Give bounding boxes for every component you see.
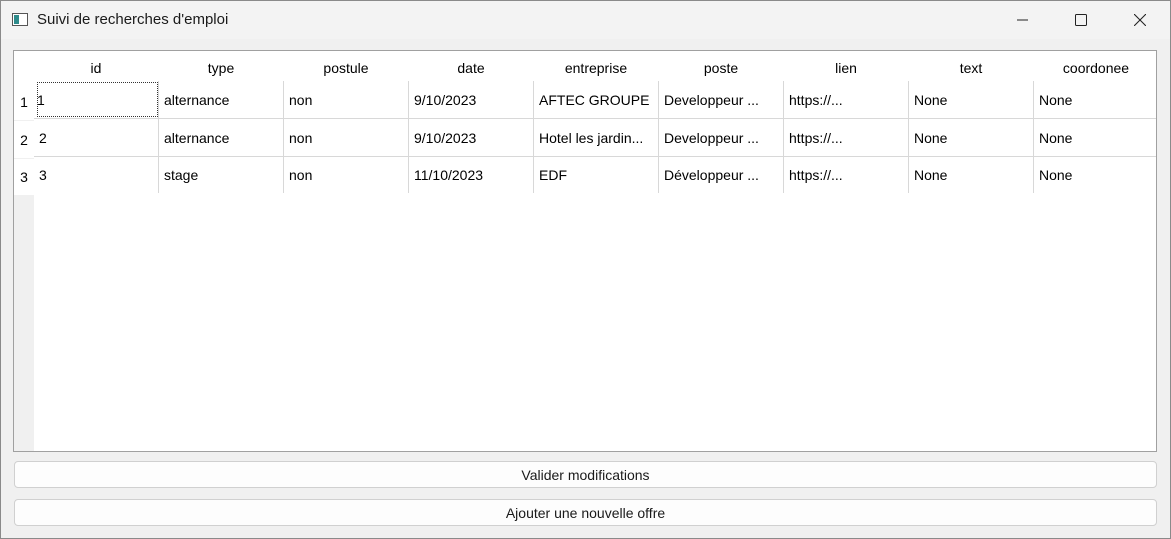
table-cell[interactable]: None <box>1034 157 1156 194</box>
table-cell[interactable]: None <box>1034 81 1156 119</box>
column-header-type[interactable]: type <box>159 51 284 84</box>
table-cell[interactable]: https://... <box>784 157 909 194</box>
minimize-icon <box>1017 19 1028 21</box>
row-header-1[interactable]: 1 <box>14 84 34 120</box>
table-cell[interactable]: 9/10/2023 <box>409 119 534 157</box>
table-cell[interactable]: Développeur ... <box>659 157 784 194</box>
main-window: Suivi de recherches d'emploi id type pos… <box>0 0 1171 539</box>
column-header-postule[interactable]: postule <box>284 51 409 84</box>
row-header-2[interactable]: 2 <box>14 121 34 158</box>
table-cell[interactable]: None <box>909 157 1034 194</box>
table-header: id type postule date entreprise poste li… <box>34 51 1156 84</box>
table-cell[interactable]: non <box>284 157 409 194</box>
focus-indicator <box>37 82 158 117</box>
offers-table[interactable]: id type postule date entreprise poste li… <box>13 50 1157 452</box>
table-cell[interactable]: 3 <box>34 157 159 194</box>
column-header-poste[interactable]: poste <box>659 51 784 84</box>
table-cell[interactable]: 2 <box>34 119 159 157</box>
table-cell[interactable]: None <box>1034 119 1156 157</box>
table-cell[interactable]: AFTEC GROUPE <box>534 81 659 119</box>
add-offer-button[interactable]: Ajouter une nouvelle offre <box>14 499 1157 526</box>
table-cell[interactable]: https://... <box>784 81 909 119</box>
table-cell[interactable]: 11/10/2023 <box>409 157 534 194</box>
table-cell[interactable]: non <box>284 119 409 157</box>
table-cell[interactable]: non <box>284 81 409 119</box>
table-cell[interactable]: alternance <box>159 81 284 119</box>
table-row: 1 alternance non 9/10/2023 AFTEC GROUPE … <box>34 81 1156 119</box>
column-header-text[interactable]: text <box>909 51 1034 84</box>
close-button[interactable] <box>1111 1 1169 39</box>
table-cell[interactable]: stage <box>159 157 284 194</box>
table-empty-area <box>34 193 1156 451</box>
column-header-coordonee[interactable]: coordonee <box>1034 51 1156 84</box>
column-header-id[interactable]: id <box>34 51 159 84</box>
column-header-entreprise[interactable]: entreprise <box>534 51 659 84</box>
table-row: 2 alternance non 9/10/2023 Hotel les jar… <box>34 119 1156 157</box>
table-cell[interactable]: 9/10/2023 <box>409 81 534 119</box>
table-cell[interactable]: alternance <box>159 119 284 157</box>
table-cell[interactable]: Developpeur ... <box>659 119 784 157</box>
window-app-icon <box>12 13 28 26</box>
table-cell[interactable]: https://... <box>784 119 909 157</box>
table-cell[interactable]: None <box>909 81 1034 119</box>
table-cell[interactable]: Developpeur ... <box>659 81 784 119</box>
table-cell[interactable]: EDF <box>534 157 659 194</box>
table-cell[interactable]: None <box>909 119 1034 157</box>
column-header-date[interactable]: date <box>409 51 534 84</box>
table-row: 3 stage non 11/10/2023 EDF Développeur .… <box>34 157 1156 194</box>
table-cell[interactable]: 1 <box>34 81 159 119</box>
table-corner[interactable] <box>14 51 34 84</box>
maximize-icon <box>1075 14 1087 26</box>
window-title: Suivi de recherches d'emploi <box>37 11 229 28</box>
title-bar[interactable]: Suivi de recherches d'emploi <box>1 1 1170 39</box>
row-header-column: 1 2 3 <box>14 84 34 451</box>
table-cell[interactable]: Hotel les jardin... <box>534 119 659 157</box>
column-header-lien[interactable]: lien <box>784 51 909 84</box>
maximize-button[interactable] <box>1052 1 1110 39</box>
close-icon <box>1134 14 1146 26</box>
row-header-3[interactable]: 3 <box>14 159 34 195</box>
minimize-button[interactable] <box>994 1 1052 39</box>
validate-changes-button[interactable]: Valider modifications <box>14 461 1157 488</box>
